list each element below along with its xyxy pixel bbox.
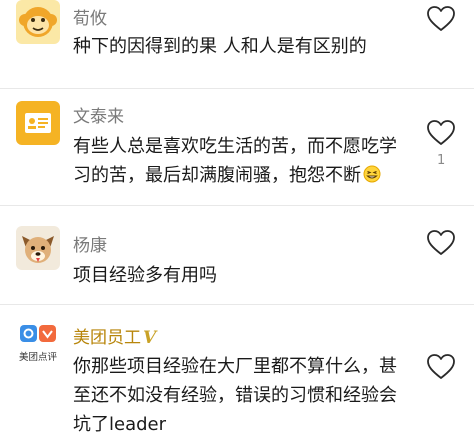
heart-outline-icon [427,6,455,31]
like-count: 1 [437,153,446,168]
meituan-dianping-logo: 美团点评 [16,323,60,367]
grin-emoji-icon [363,163,381,192]
comment-text: 项目经验多有用吗 [73,265,217,286]
like-button[interactable] [426,229,456,256]
heart-outline-icon [427,120,455,145]
like-button[interactable] [426,5,456,32]
heart-outline-icon [427,230,455,255]
monkey-face-icon [16,0,60,44]
puppy-face-icon [16,226,60,270]
user-avatar[interactable] [16,226,60,270]
user-avatar[interactable]: 美团点评 [16,323,60,367]
comment-text: 有些人总是喜欢吃生活的苦，而不愿吃学 习的苦，最后却满腹闹骚，抱怨不断 [73,132,421,192]
like-button[interactable] [426,119,456,146]
comment-item: 荀攸 种下的因得到的果 人和人是有区别的 [0,0,474,88]
comment-text-line: 有些人总是喜欢吃生活的苦，而不愿吃学 [73,136,397,157]
comment-text-line: 至还不如没有经验，错误的习惯和经验会 [73,385,397,406]
username[interactable]: 文泰来 [73,102,124,127]
username[interactable]: 荀攸 [73,4,107,29]
comment-item: 文泰来 有些人总是喜欢吃生活的苦，而不愿吃学 习的苦，最后却满腹闹骚，抱怨不断 … [0,89,474,205]
comment-item: 杨康 项目经验多有用吗 [0,206,474,304]
id-card-icon [16,101,60,145]
comment-text-line: 你那些项目经验在大厂里都不算什么，甚 [73,356,397,377]
avatar-caption: 美团点评 [19,351,58,363]
heart-outline-icon [427,354,455,379]
verified-badge: V [143,328,157,348]
comment-text-line-content: 习的苦，最后却满腹闹骚，抱怨不断 [73,165,361,186]
username[interactable]: 美团员工 V [73,323,156,348]
username-text: 美团员工 [73,328,141,348]
comment-text: 你那些项目经验在大厂里都不算什么，甚 至还不如没有经验，错误的习惯和经验会 坑了… [73,352,421,439]
comment-text: 种下的因得到的果 人和人是有区别的 [73,36,367,57]
comment-text-line: 坑了leader [73,414,167,435]
user-avatar[interactable] [16,0,60,44]
comment-item: 美团点评 美团员工 V 你那些项目经验在大厂里都不算什么，甚 至还不如没有经验，错… [0,305,474,439]
comment-text-line: 习的苦，最后却满腹闹骚，抱怨不断 [73,161,421,192]
like-button[interactable] [426,353,456,380]
username[interactable]: 杨康 [73,231,107,256]
user-avatar[interactable] [16,101,60,145]
